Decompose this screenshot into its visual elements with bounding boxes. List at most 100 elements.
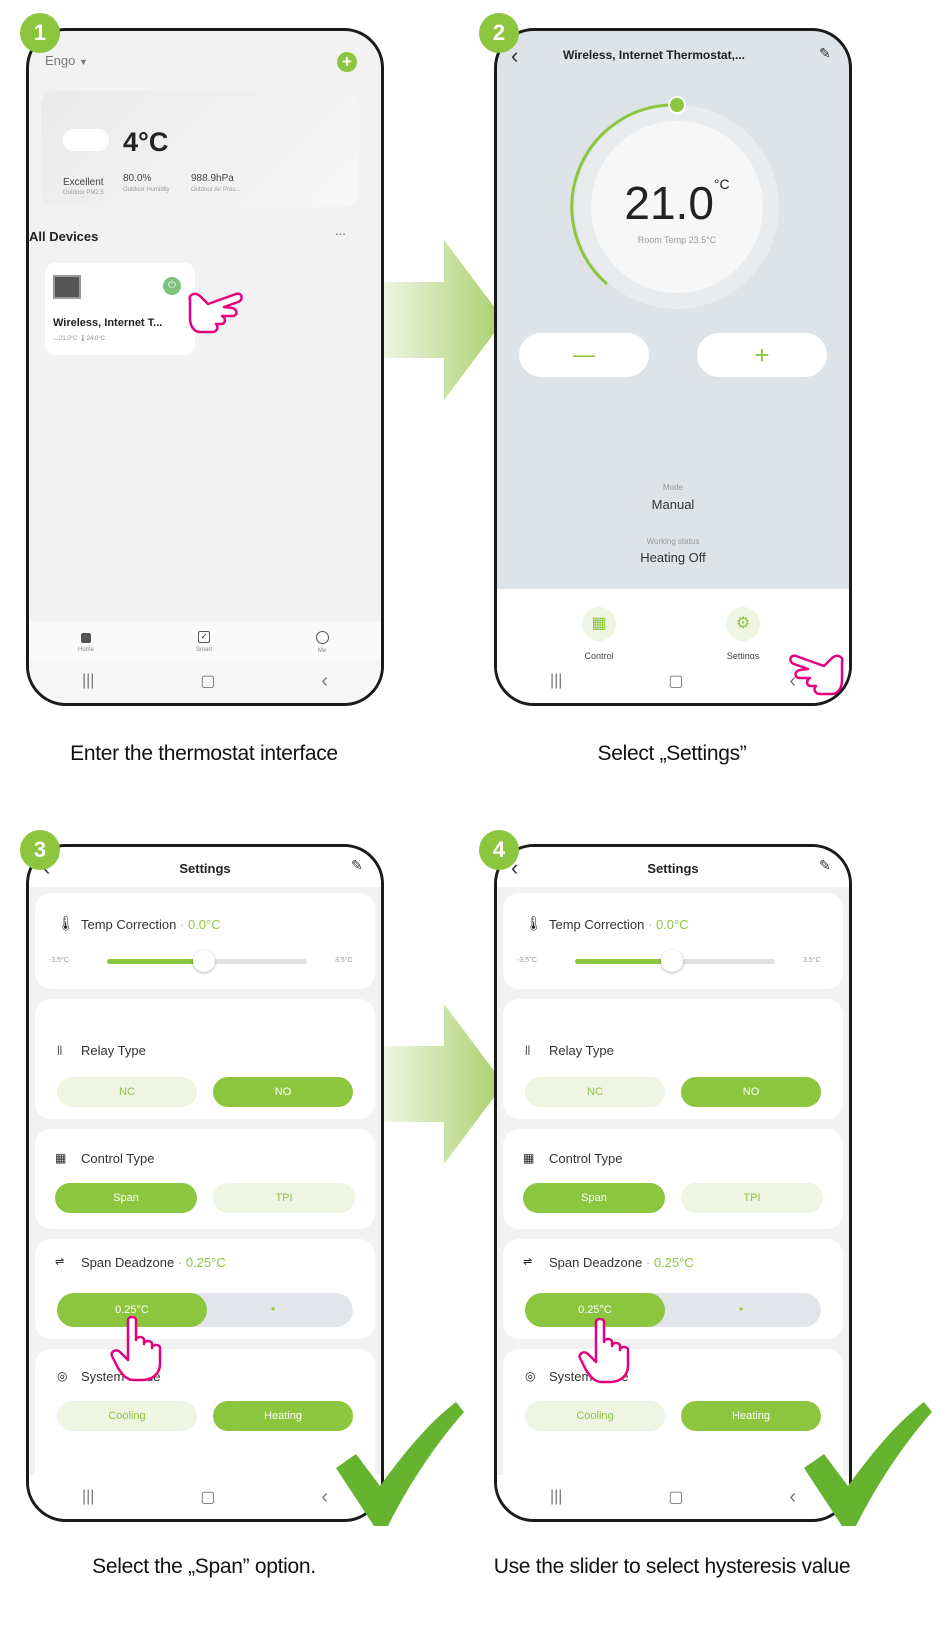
span-deadzone-card: ⇌ Span Deadzone · 0.25°C 0.25°C • (35, 1239, 375, 1339)
phone-screen-4: ‹ Settings ✎ 🌡 Temp Correction · 0.0°C -… (494, 844, 852, 1522)
slider-thumb[interactable] (193, 950, 215, 972)
temp-correction-card: 🌡 Temp Correction · 0.0°C -3.5°C 3.5°C (35, 893, 375, 989)
system-mode-card: ◎ System mode Cooling Heating (503, 1349, 843, 1489)
grid-icon: ▦ (523, 1151, 535, 1165)
control-button[interactable]: ▦ Control (559, 607, 639, 661)
system-mode-icon: ◎ (57, 1369, 68, 1383)
power-icon[interactable]: ⏻ (163, 277, 181, 295)
relay-no-option[interactable]: NO (681, 1077, 821, 1107)
tab-smart[interactable]: ✓ Smart (189, 631, 219, 653)
temp-correction-slider[interactable] (575, 950, 775, 972)
relay-icon: || (57, 1045, 63, 1056)
arrow-right-icon (384, 1004, 504, 1164)
slider-icon: ⇌ (523, 1256, 533, 1268)
span-deadzone-text: Span Deadzone (81, 1255, 175, 1270)
android-navbar: ||| ▢ ‹ (29, 1475, 381, 1519)
home-selector[interactable]: Engo ▼ (45, 53, 88, 68)
android-back-button[interactable]: ‹ (321, 670, 328, 693)
relay-nc-option[interactable]: NC (57, 1077, 197, 1107)
air-quality-value: Excellent (63, 177, 104, 188)
recent-apps-button[interactable]: ||| (82, 672, 94, 690)
span-deadzone-slider[interactable]: 0.25°C • (525, 1293, 821, 1327)
temp-correction-slider[interactable] (107, 950, 307, 972)
control-span-option[interactable]: Span (523, 1183, 665, 1213)
android-back-button[interactable]: ‹ (789, 1486, 796, 1509)
cloud-icon (63, 129, 109, 151)
section-title: All Devices (29, 229, 99, 244)
pressure-label: Outdoor Air Pres... (191, 187, 241, 193)
android-back-button[interactable]: ‹ (321, 1486, 328, 1509)
tab-home-label: Home (77, 647, 94, 653)
checkbox-icon: ✓ (198, 631, 210, 643)
slider-fill (575, 959, 667, 964)
step-badge-3: 3 (20, 830, 60, 870)
step-badge-2: 2 (479, 13, 519, 53)
slider-thumb[interactable] (661, 950, 683, 972)
system-cooling-option[interactable]: Cooling (57, 1401, 197, 1431)
phone-screen-3: ‹ Settings ✎ 🌡 Temp Correction · 0.0°C -… (26, 844, 384, 1522)
android-home-button[interactable]: ▢ (668, 1487, 683, 1507)
span-deadzone-dot: • (271, 1302, 276, 1316)
setpoint-unit: °C (713, 176, 730, 192)
recent-apps-button[interactable]: ||| (550, 672, 562, 690)
system-mode-card: ◎ System mode Cooling Heating (35, 1349, 375, 1489)
slider-min: -3.5°C (49, 957, 69, 964)
control-span-option[interactable]: Span (55, 1183, 197, 1213)
chevron-down-icon: ▼ (79, 57, 88, 67)
step-caption-3: Select the „Span” option. (92, 1555, 316, 1578)
step-caption-4: Use the slider to select hysteresis valu… (493, 1555, 851, 1578)
tab-me-label: Me (317, 648, 327, 654)
device-stats: ↔21.0°C 🌡24.0°C (53, 336, 106, 342)
recent-apps-button[interactable]: ||| (82, 1488, 94, 1506)
edit-icon[interactable]: ✎ (819, 857, 831, 874)
relay-icon: || (525, 1045, 531, 1056)
tab-smart-label: Smart (195, 647, 212, 653)
span-deadzone-label: Span Deadzone · 0.25°C (81, 1255, 226, 1270)
system-cooling-option[interactable]: Cooling (525, 1401, 665, 1431)
system-heating-option[interactable]: Heating (681, 1401, 821, 1431)
tab-me[interactable]: Me (307, 631, 337, 654)
relay-type-label: Relay Type (549, 1043, 614, 1058)
more-button[interactable]: ... (335, 223, 346, 238)
relay-type-card: || Relay Type NC NO (503, 999, 843, 1119)
settings-button[interactable]: ⚙ Settings (703, 607, 783, 661)
home-name: Engo (45, 53, 76, 68)
temp-correction-label: Temp Correction · 0.0°C (549, 917, 689, 932)
step-badge-4: 4 (479, 830, 519, 870)
span-deadzone-text: Span Deadzone (549, 1255, 643, 1270)
tapping-hand-icon (110, 1316, 162, 1382)
relay-no-option[interactable]: NO (213, 1077, 353, 1107)
phone-screen-1: Engo ▼ + 4°C Excellent Outdoor PM2.5 80.… (26, 28, 384, 706)
android-home-button[interactable]: ▢ (668, 671, 683, 691)
device-card[interactable]: ⏻ Wireless, Internet T... ↔21.0°C 🌡24.0°… (45, 263, 195, 355)
add-icon[interactable]: + (337, 52, 357, 72)
android-home-button[interactable]: ▢ (200, 671, 215, 691)
device-thumbnail-icon (53, 275, 81, 299)
device-title: Wireless, Internet Thermostat,... (563, 48, 745, 62)
humidity-label: Outdoor Humidity (123, 187, 170, 193)
control-tpi-option[interactable]: TPI (681, 1183, 823, 1213)
temp-correction-value: 0.0°C (187, 917, 221, 932)
relay-type-label: Relay Type (81, 1043, 146, 1058)
checkmark-icon (804, 1402, 932, 1526)
decrease-button[interactable]: — (519, 333, 649, 377)
edit-icon[interactable]: ✎ (351, 857, 363, 874)
recent-apps-button[interactable]: ||| (550, 1488, 562, 1506)
control-tpi-option[interactable]: TPI (213, 1183, 355, 1213)
increase-button[interactable]: + (697, 333, 827, 377)
gear-icon: ⚙ (726, 607, 760, 641)
system-heating-option[interactable]: Heating (213, 1401, 353, 1431)
edit-icon[interactable]: ✎ (819, 45, 831, 62)
pointing-hand-icon (188, 292, 243, 334)
step-caption-1: Enter the thermostat interface (70, 742, 338, 765)
tab-home[interactable]: Home (71, 633, 101, 653)
pointing-hand-icon (789, 654, 844, 696)
mode-label: Mode (662, 483, 683, 492)
span-deadzone-slider[interactable]: 0.25°C • (57, 1293, 353, 1327)
relay-type-card: || Relay Type NC NO (35, 999, 375, 1119)
pressure-value: 988.9hPa (191, 173, 234, 184)
relay-nc-option[interactable]: NC (525, 1077, 665, 1107)
room-temp: Room Temp 23.5°C (637, 235, 717, 245)
android-home-button[interactable]: ▢ (200, 1487, 215, 1507)
checkmark-icon (336, 1402, 464, 1526)
